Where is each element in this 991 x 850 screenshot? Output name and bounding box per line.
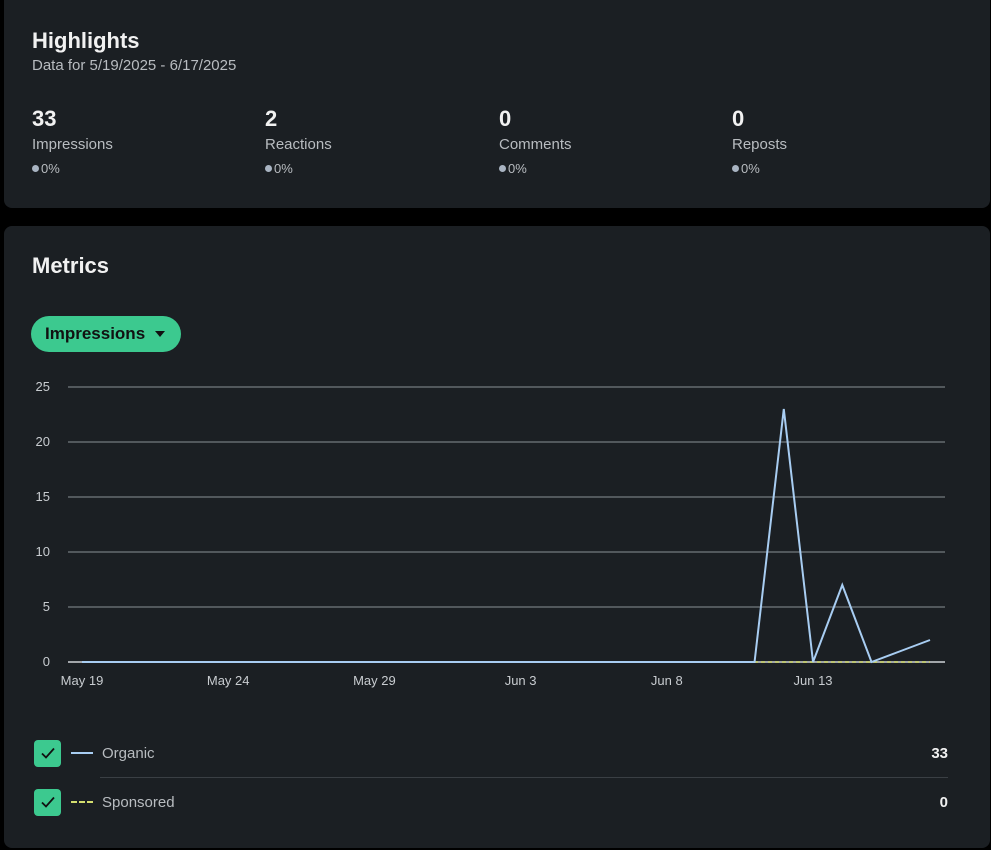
stat-label: Reposts xyxy=(732,136,788,153)
highlights-date-range: Data for 5/19/2025 - 6/17/2025 xyxy=(32,57,237,74)
y-tick-label: 5 xyxy=(43,599,50,614)
stat-value: 0 xyxy=(732,106,745,131)
dot-icon xyxy=(499,165,506,172)
stat-value: 2 xyxy=(265,106,278,131)
legend-item-organic[interactable]: Organic 33 xyxy=(34,733,948,773)
sponsored-checkbox[interactable] xyxy=(34,788,61,816)
dot-icon xyxy=(732,165,739,172)
highlights-card: Highlights Data for 5/19/2025 - 6/17/202… xyxy=(4,0,990,208)
y-tick-label: 0 xyxy=(43,654,50,669)
stat-change: 0% xyxy=(265,161,485,176)
chart-series xyxy=(82,408,931,664)
stat-impressions[interactable]: 33 Impressions 0% xyxy=(32,106,252,176)
x-tick-label: May 24 xyxy=(207,673,250,688)
dashed-line-icon xyxy=(71,801,93,803)
stat-label: Reactions xyxy=(265,136,332,153)
stat-change-value: 0% xyxy=(508,161,527,176)
chart-grid xyxy=(68,386,945,663)
legend-value: 33 xyxy=(931,744,948,762)
x-tick-label: May 29 xyxy=(353,673,396,688)
stat-change: 0% xyxy=(499,161,719,176)
x-axis-ticks: May 19 May 24 May 29 Jun 3 Jun 8 Jun 13 xyxy=(61,673,833,688)
stat-change-value: 0% xyxy=(741,161,760,176)
legend-label: Organic xyxy=(102,744,155,762)
x-tick-label: Jun 3 xyxy=(505,673,537,688)
series-line-organic xyxy=(82,408,931,664)
organic-checkbox[interactable] xyxy=(34,739,61,767)
y-axis-ticks: 0 5 10 15 20 25 xyxy=(36,379,50,669)
stat-change-value: 0% xyxy=(274,161,293,176)
solid-line-icon xyxy=(71,752,93,754)
metrics-card: Metrics Impressions 0 5 10 15 20 25 May 19 May… xyxy=(4,226,990,848)
stat-value: 33 xyxy=(32,106,57,131)
legend-item-sponsored[interactable]: Sponsored 0 xyxy=(34,782,948,822)
stat-label: Comments xyxy=(499,136,572,153)
stat-value: 0 xyxy=(499,106,512,131)
x-tick-label: Jun 13 xyxy=(794,673,833,688)
y-tick-label: 25 xyxy=(36,379,50,394)
stat-change-value: 0% xyxy=(41,161,60,176)
y-tick-label: 20 xyxy=(36,434,50,449)
legend-label: Sponsored xyxy=(102,793,175,811)
highlights-title: Highlights xyxy=(32,28,140,53)
y-tick-label: 15 xyxy=(36,489,50,504)
stat-label: Impressions xyxy=(32,136,113,153)
x-tick-label: May 19 xyxy=(61,673,104,688)
check-icon xyxy=(40,796,55,808)
check-icon xyxy=(40,747,55,759)
stat-reposts[interactable]: 0 Reposts 0% xyxy=(732,106,952,176)
legend-value: 0 xyxy=(939,793,948,811)
stat-reactions[interactable]: 2 Reactions 0% xyxy=(265,106,485,176)
stat-change: 0% xyxy=(32,161,252,176)
stat-change: 0% xyxy=(732,161,952,176)
x-tick-label: Jun 8 xyxy=(651,673,683,688)
y-tick-label: 10 xyxy=(36,544,50,559)
dot-icon xyxy=(32,165,39,172)
dot-icon xyxy=(265,165,272,172)
stat-comments[interactable]: 0 Comments 0% xyxy=(499,106,719,176)
legend-divider xyxy=(100,777,948,778)
impressions-chart: 0 5 10 15 20 25 May 19 May 24 May 29 Jun 3 Jun 8 J… xyxy=(36,379,945,688)
